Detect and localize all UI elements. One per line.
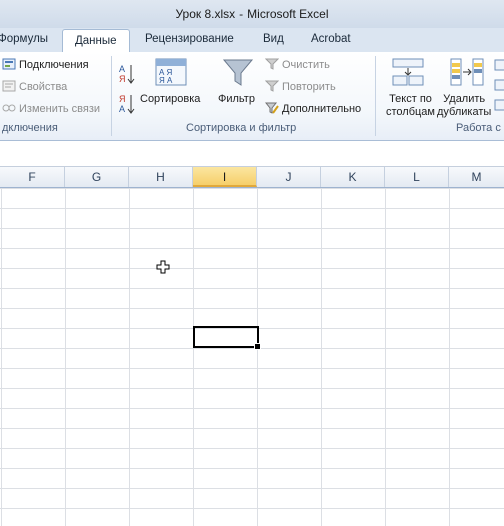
group-divider bbox=[111, 56, 112, 136]
sort-button[interactable]: Сортировка bbox=[140, 93, 200, 105]
svg-text:Я: Я bbox=[119, 74, 126, 84]
reapply-icon bbox=[264, 80, 280, 92]
fill-handle[interactable] bbox=[254, 343, 261, 350]
advanced-label: Дополнительно bbox=[282, 103, 362, 115]
text-to-columns-icon bbox=[391, 57, 425, 87]
column-header-i[interactable]: I bbox=[193, 167, 257, 187]
ribbon-tabs: Формулы Данные Рецензирование Вид Acroba… bbox=[0, 28, 504, 53]
properties-button[interactable]: Свойства bbox=[2, 80, 67, 93]
text-to-columns-label-1: Текст по bbox=[389, 93, 432, 105]
edit-links-button[interactable]: Изменить связи bbox=[2, 102, 100, 115]
column-header-h[interactable]: H bbox=[129, 167, 193, 187]
sort-filter-group-label: Сортировка и фильтр bbox=[186, 122, 297, 134]
active-cell[interactable] bbox=[193, 326, 259, 348]
remove-duplicates-label-2: дубликаты bbox=[437, 106, 492, 118]
svg-text:Я А: Я А bbox=[159, 76, 173, 85]
title-bar: Урок 8.xlsx - Microsoft Excel bbox=[0, 0, 504, 29]
formula-bar-area bbox=[0, 141, 504, 167]
data-tools-group-label: Работа с bbox=[456, 122, 501, 134]
properties-label: Свойства bbox=[19, 81, 68, 93]
column-header-k[interactable]: K bbox=[321, 167, 385, 187]
connections-button[interactable]: Подключения bbox=[2, 58, 89, 71]
column-header-g[interactable]: G bbox=[65, 167, 129, 187]
column-header-j[interactable]: J bbox=[257, 167, 321, 187]
connections-label: Подключения bbox=[19, 59, 89, 71]
window-app-name: Microsoft Excel bbox=[247, 7, 329, 21]
tab-data[interactable]: Данные bbox=[62, 29, 130, 53]
sort-a-z-icon: АЯ bbox=[118, 64, 136, 89]
ribbon: Подключения Свойства Изменить связи дклю… bbox=[0, 52, 504, 141]
clear-label: Очистить bbox=[282, 59, 330, 71]
clear-button[interactable]: Очистить bbox=[264, 58, 330, 71]
column-header-f[interactable]: F bbox=[0, 167, 65, 187]
connections-icon bbox=[2, 58, 16, 70]
tab-acrobat[interactable]: Acrobat bbox=[311, 33, 351, 45]
connections-group-label: дключения bbox=[2, 122, 58, 134]
clear-filter-icon bbox=[264, 58, 280, 70]
advanced-filter-icon bbox=[264, 102, 279, 114]
advanced-button[interactable]: Дополнительно bbox=[264, 102, 362, 115]
filter-icon bbox=[222, 58, 254, 88]
data-validation-icon bbox=[494, 58, 504, 118]
edit-links-label: Изменить связи bbox=[19, 103, 101, 115]
column-headers: F G H I J K L M bbox=[0, 167, 504, 188]
filter-button[interactable]: Фильтр bbox=[218, 93, 255, 105]
reapply-button[interactable]: Повторить bbox=[264, 80, 336, 93]
svg-text:Я: Я bbox=[119, 94, 126, 104]
edit-links-icon bbox=[2, 102, 16, 114]
tab-formulas[interactable]: Формулы bbox=[0, 33, 48, 45]
properties-icon bbox=[2, 80, 16, 92]
remove-duplicates-button[interactable]: Удалить дубликаты bbox=[437, 93, 491, 119]
window-filename: Урок 8.xlsx bbox=[175, 7, 236, 21]
tab-view[interactable]: Вид bbox=[263, 33, 284, 45]
sort-z-a-icon: ЯА bbox=[118, 94, 136, 119]
group-divider bbox=[375, 56, 376, 136]
svg-text:А: А bbox=[119, 104, 125, 114]
remove-duplicates-icon bbox=[449, 57, 485, 87]
sort-dialog-icon: А ЯЯ А bbox=[155, 58, 187, 86]
text-to-columns-label-2: столбцам bbox=[386, 106, 435, 118]
cell-cursor-icon bbox=[156, 260, 170, 274]
svg-text:А: А bbox=[119, 64, 125, 74]
reapply-label: Повторить bbox=[282, 81, 336, 93]
remove-duplicates-label-1: Удалить bbox=[443, 93, 486, 105]
text-to-columns-button[interactable]: Текст по столбцам bbox=[386, 93, 435, 119]
window-title: Урок 8.xlsx - Microsoft Excel bbox=[0, 7, 504, 21]
sort-a-z-button[interactable]: АЯ bbox=[118, 62, 136, 86]
window-title-separator: - bbox=[239, 7, 244, 21]
column-header-m[interactable]: M bbox=[449, 167, 504, 187]
column-header-l[interactable]: L bbox=[385, 167, 449, 187]
tab-review[interactable]: Рецензирование bbox=[145, 33, 234, 45]
sort-z-a-button[interactable]: ЯА bbox=[118, 92, 136, 116]
cell-grid[interactable] bbox=[0, 188, 504, 526]
